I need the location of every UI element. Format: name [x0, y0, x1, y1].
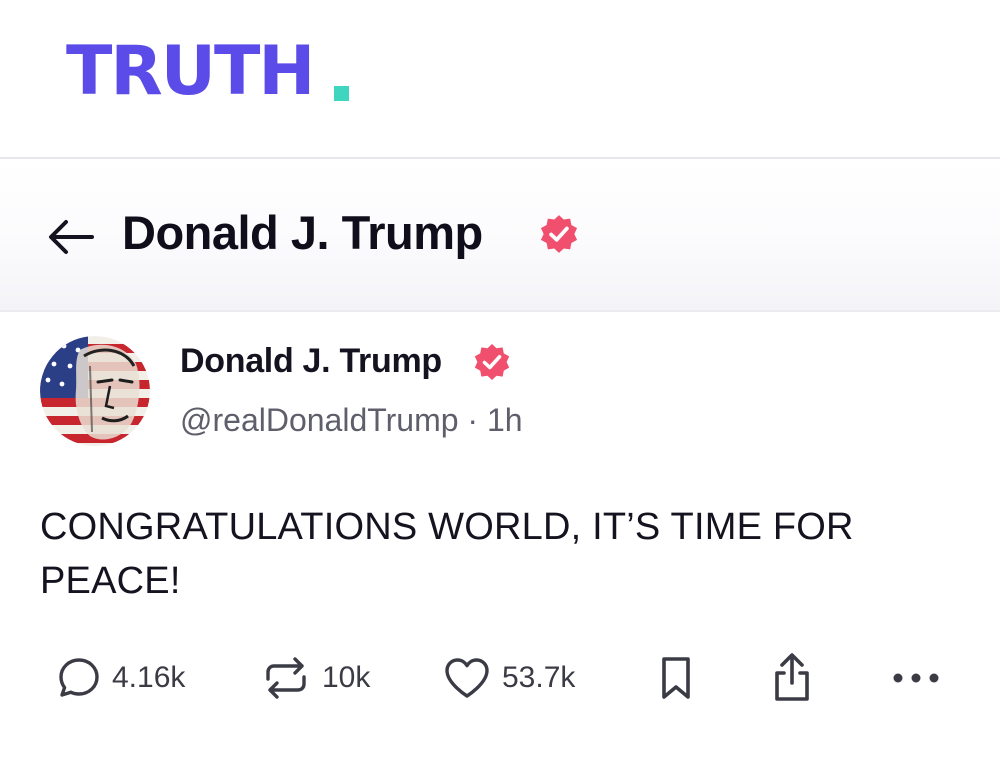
- bookmark-icon: [662, 657, 690, 699]
- repost-icon: [266, 657, 306, 699]
- author-handle[interactable]: @realDonaldTrump: [180, 402, 459, 438]
- post-detail-page: TRUTH Donald J. Trump Donald J. Trump @r…: [0, 0, 1000, 759]
- meta-separator: ·: [467, 402, 479, 438]
- more-options-button[interactable]: [890, 648, 942, 708]
- more-horizontal-icon: [893, 673, 939, 683]
- heart-icon: [445, 658, 489, 698]
- bookmark-button[interactable]: [656, 648, 696, 708]
- like-button[interactable]: 53.7k: [442, 648, 575, 708]
- avatar-image: [40, 336, 150, 446]
- post-time[interactable]: 1h: [487, 402, 523, 438]
- logo-dot: [334, 86, 349, 101]
- share-button[interactable]: [770, 648, 814, 708]
- post-text: CONGRATULATIONS WORLD, IT’S TIME FOR PEA…: [40, 506, 854, 602]
- divider: [0, 310, 1000, 312]
- reply-icon: [59, 658, 99, 697]
- avatar[interactable]: [40, 336, 150, 446]
- repost-count: 10k: [322, 661, 371, 694]
- repost-button[interactable]: 10k: [260, 648, 370, 708]
- top-logo-bar: TRUTH: [0, 0, 1000, 157]
- back-button[interactable]: [44, 217, 96, 257]
- verified-badge-icon: [474, 344, 510, 380]
- reply-button[interactable]: 4.16k: [56, 648, 185, 708]
- post-meta: @realDonaldTrump · 1h: [180, 402, 523, 439]
- reply-count: 4.16k: [112, 661, 186, 694]
- like-count: 53.7k: [502, 661, 576, 694]
- page-title: Donald J. Trump: [122, 206, 483, 259]
- share-icon: [775, 653, 809, 701]
- truth-logo[interactable]: TRUTH: [66, 38, 315, 106]
- verified-badge-icon: [540, 215, 578, 253]
- arrow-left-icon: [49, 220, 94, 254]
- author-name[interactable]: Donald J. Trump: [180, 342, 442, 381]
